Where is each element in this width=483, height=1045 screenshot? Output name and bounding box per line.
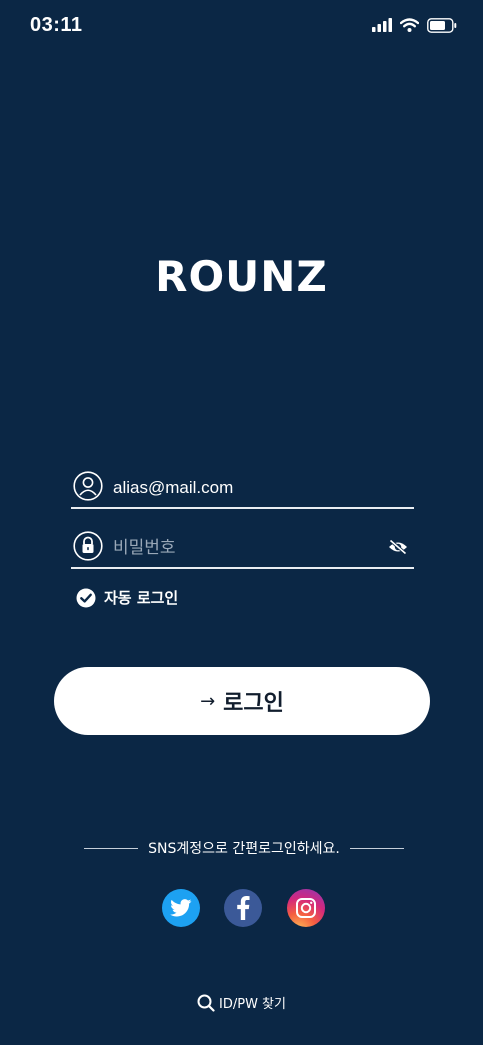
status-bar: 03:11 xyxy=(0,0,483,52)
facebook-icon xyxy=(237,896,250,920)
arrow-right-icon: → xyxy=(200,690,216,712)
password-field[interactable] xyxy=(71,529,414,569)
search-icon xyxy=(197,994,215,1012)
find-id-pw-link[interactable]: ID/PW 찾기 xyxy=(0,993,483,1012)
wifi-icon xyxy=(400,18,419,32)
facebook-login-button[interactable] xyxy=(224,889,262,927)
user-icon xyxy=(73,471,103,501)
status-icons xyxy=(372,16,457,34)
signal-icon xyxy=(372,18,392,32)
instagram-login-button[interactable] xyxy=(287,889,325,927)
sns-prompt: SNS계정으로 간편로그인하세요. xyxy=(148,841,340,857)
auto-login-label: 자동 로그인 xyxy=(104,589,179,607)
sns-divider: SNS계정으로 간편로그인하세요. xyxy=(84,838,404,858)
twitter-login-button[interactable] xyxy=(162,889,200,927)
auto-login-toggle[interactable]: 자동 로그인 xyxy=(76,587,178,608)
find-id-pw-label: ID/PW 찾기 xyxy=(219,997,286,1012)
lock-icon xyxy=(73,531,103,561)
divider-line-right xyxy=(349,847,404,849)
status-time: 03:11 xyxy=(30,14,83,36)
twitter-icon xyxy=(170,899,192,917)
email-field[interactable] xyxy=(71,469,414,509)
app-logo: ROUNZ xyxy=(155,252,328,301)
divider-line-left xyxy=(84,847,139,849)
login-button[interactable]: → 로그인 xyxy=(54,667,430,735)
email-input[interactable] xyxy=(113,475,374,501)
check-circle-icon[interactable] xyxy=(76,588,96,608)
login-button-label: 로그인 xyxy=(223,691,284,716)
instagram-icon xyxy=(296,898,316,918)
password-input[interactable] xyxy=(113,535,374,561)
battery-icon xyxy=(427,17,457,33)
eye-off-icon[interactable] xyxy=(388,539,408,555)
